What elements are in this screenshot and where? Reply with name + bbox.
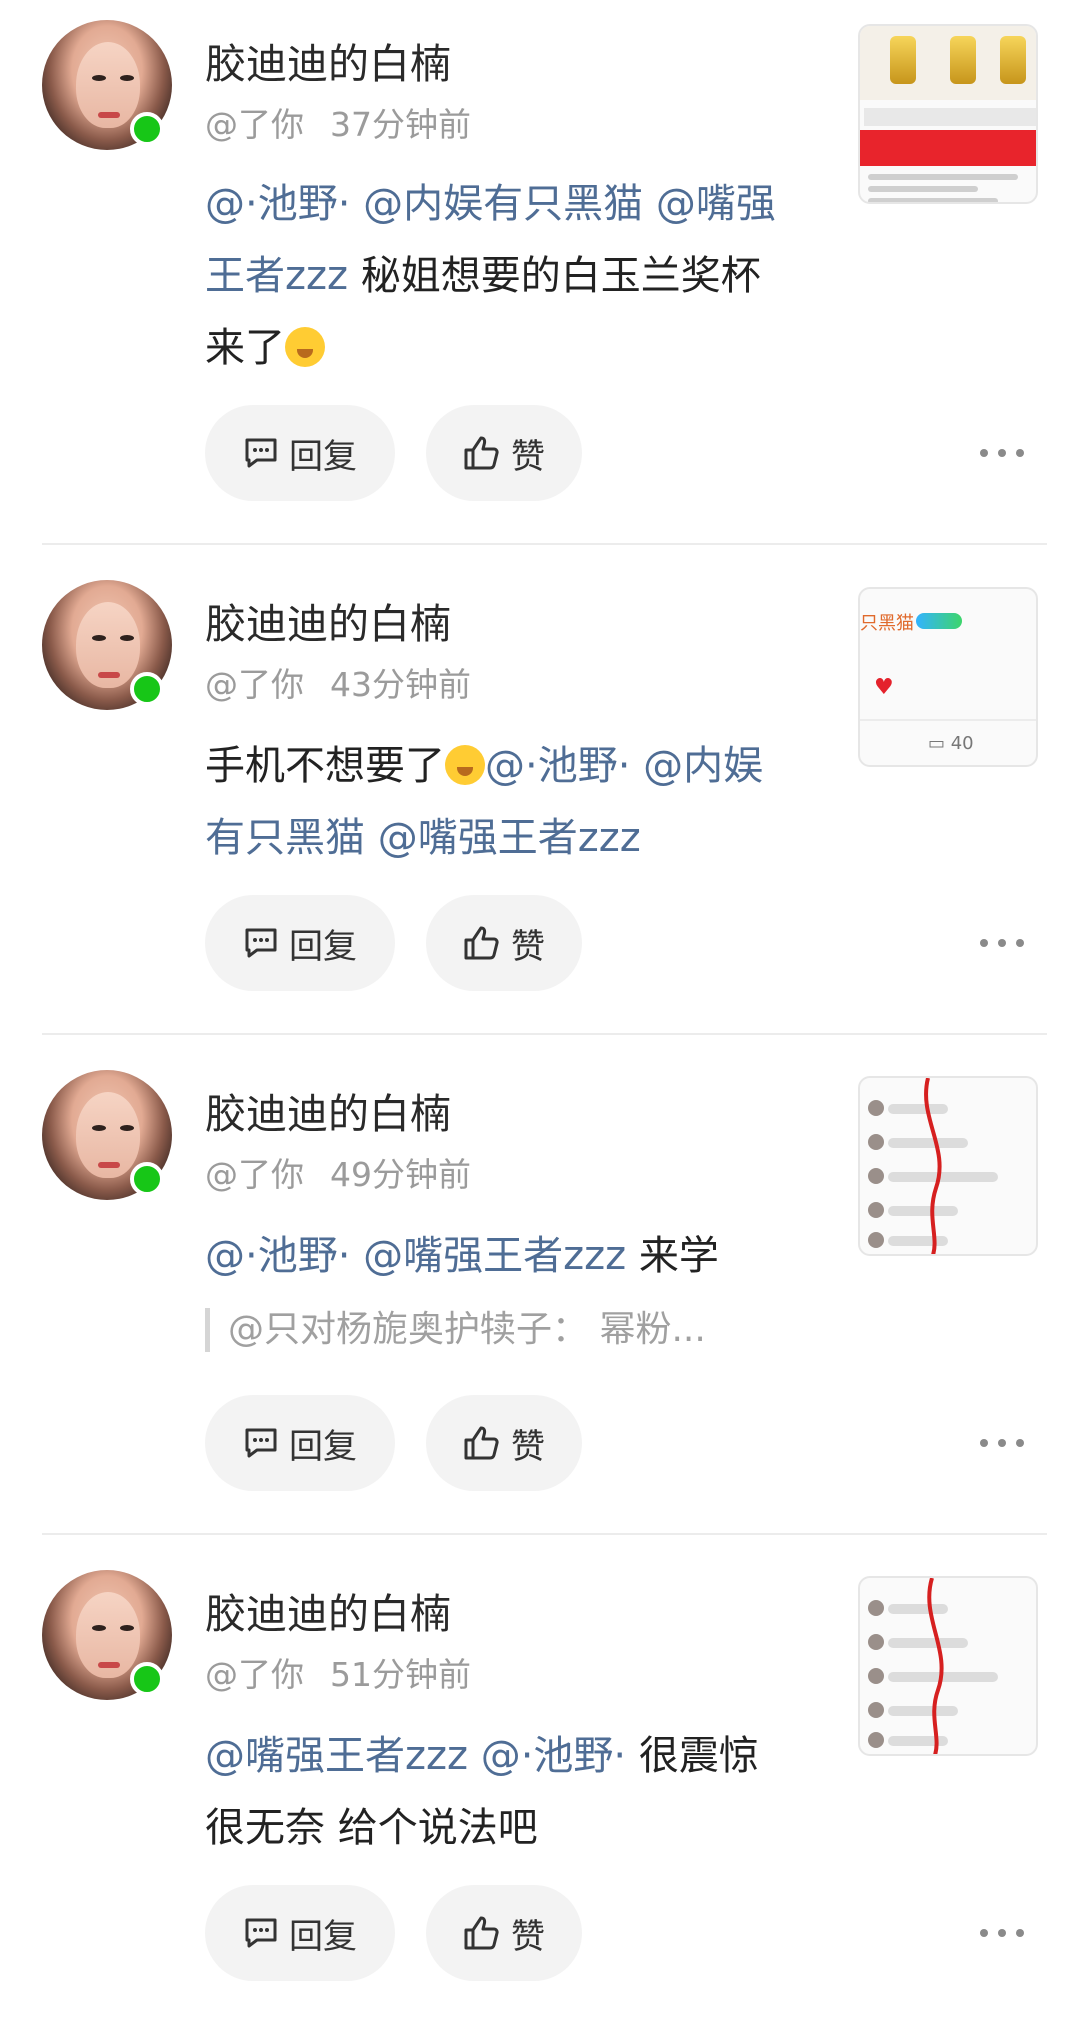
like-button[interactable]: 赞 [426,1885,582,1981]
source-thumbnail[interactable]: 只黑猫 ♥ ▭ 40 [858,587,1038,767]
mention-link[interactable]: @·池野· [485,743,630,789]
divider [42,1033,1047,1035]
timestamp: 49分钟前 [330,1155,471,1194]
mention-link[interactable]: @·池野· [481,1733,626,1779]
divider [42,1533,1047,1535]
badge-icon [916,613,962,629]
divider [42,543,1047,545]
thumbs-up-icon [464,1426,499,1460]
reply-button[interactable]: 回复 [205,405,395,501]
comment-body: 手机不想要了 [205,743,445,789]
reply-button[interactable]: 回复 [205,1885,395,1981]
comment-count: ▭ 40 [928,733,974,754]
list-item[interactable]: 胶迪迪的白楠 @了你 43分钟前 手机不想要了 @·池野· @内娱有只黑猫 @嘴强王… [0,560,1080,1050]
online-status-dot [130,1662,164,1696]
meta-line: @了你 43分钟前 [205,658,471,706]
comment-text: @·池野· @嘴强王者zzz 来学 [205,1220,785,1292]
thumbs-up-icon [464,926,499,960]
mention-link[interactable]: @内娱有只黑猫 [363,181,643,227]
source-thumbnail[interactable] [858,1576,1038,1756]
scream-emoji-icon [285,327,325,367]
mention-you-label: @了你 [205,665,304,704]
mention-link[interactable]: @嘴强王者zzz [378,815,641,861]
list-item[interactable]: 胶迪迪的白楠 @了你 37分钟前 @·池野· @内娱有只黑猫 @嘴强王者zzz 秘… [0,0,1080,501]
shush-emoji-icon [445,745,485,785]
like-label: 赞 [511,1426,545,1467]
like-button[interactable]: 赞 [426,895,582,991]
meta-line: @了你 49分钟前 [205,1148,471,1196]
online-status-dot [130,112,164,146]
reply-label: 回复 [289,436,357,477]
list-item[interactable]: 胶迪迪的白楠 @了你 49分钟前 @·池野· @嘴强王者zzz 来学 @只对杨旎奥… [0,1050,1080,1540]
more-options-icon[interactable] [980,933,1024,953]
thumbnail-text: 只黑猫 [860,613,914,634]
source-thumbnail[interactable] [858,1076,1038,1256]
comment-icon [245,928,277,958]
comment-body: 很震惊 [638,1733,759,1779]
mention-link[interactable]: @嘴强王者zzz [363,1233,626,1279]
timestamp: 37分钟前 [330,105,471,144]
comment-text: @·池野· @内娱有只黑猫 @嘴强王者zzz 秘姐想要的白玉兰奖杯来了 [205,168,785,384]
user-name[interactable]: 胶迪迪的白楠 [205,1580,451,1640]
mention-you-label: @了你 [205,1155,304,1194]
mention-you-label: @了你 [205,1655,304,1694]
comment-icon [245,438,277,468]
online-status-dot [130,1162,164,1196]
like-label: 赞 [511,926,545,967]
comment-body: 很无奈 给个说法吧 [205,1805,538,1851]
more-options-icon[interactable] [980,443,1024,463]
mention-you-label: @了你 [205,105,304,144]
reply-label: 回复 [289,926,357,967]
like-button[interactable]: 赞 [426,405,582,501]
mention-link[interactable]: @·池野· [205,181,350,227]
list-item[interactable]: 胶迪迪的白楠 @了你 51分钟前 @嘴强王者zzz @·池野· 很震惊 很无奈 给… [0,1550,1080,2040]
meta-line: @了你 51分钟前 [205,1648,471,1696]
mention-link[interactable]: @嘴强王者zzz [205,1733,468,1779]
quoted-comment[interactable]: @只对杨旎奥护犊子： 幂粉... [205,1308,706,1352]
source-thumbnail[interactable] [858,24,1038,204]
reply-label: 回复 [289,1426,357,1467]
more-options-icon[interactable] [980,1433,1024,1453]
like-label: 赞 [511,1916,545,1957]
reply-label: 回复 [289,1916,357,1957]
reply-button[interactable]: 回复 [205,1395,395,1491]
comment-text: 手机不想要了 @·池野· @内娱有只黑猫 @嘴强王者zzz [205,730,785,874]
thumbs-up-icon [464,436,499,470]
user-name[interactable]: 胶迪迪的白楠 [205,1080,451,1140]
reply-button[interactable]: 回复 [205,895,395,991]
comment-icon [245,1918,277,1948]
online-status-dot [130,672,164,706]
user-name[interactable]: 胶迪迪的白楠 [205,30,451,90]
mention-link[interactable]: @·池野· [205,1233,350,1279]
more-options-icon[interactable] [980,1923,1024,1943]
like-label: 赞 [511,436,545,477]
user-name[interactable]: 胶迪迪的白楠 [205,590,451,650]
heart-icon: ♥ [874,675,894,700]
meta-line: @了你 37分钟前 [205,98,471,146]
like-button[interactable]: 赞 [426,1395,582,1491]
timestamp: 51分钟前 [330,1655,471,1694]
comment-text: @嘴强王者zzz @·池野· 很震惊 很无奈 给个说法吧 [205,1720,785,1864]
comment-icon [245,1428,277,1458]
thumbs-up-icon [464,1916,499,1950]
timestamp: 43分钟前 [330,665,471,704]
comment-body: 来学 [638,1233,719,1279]
